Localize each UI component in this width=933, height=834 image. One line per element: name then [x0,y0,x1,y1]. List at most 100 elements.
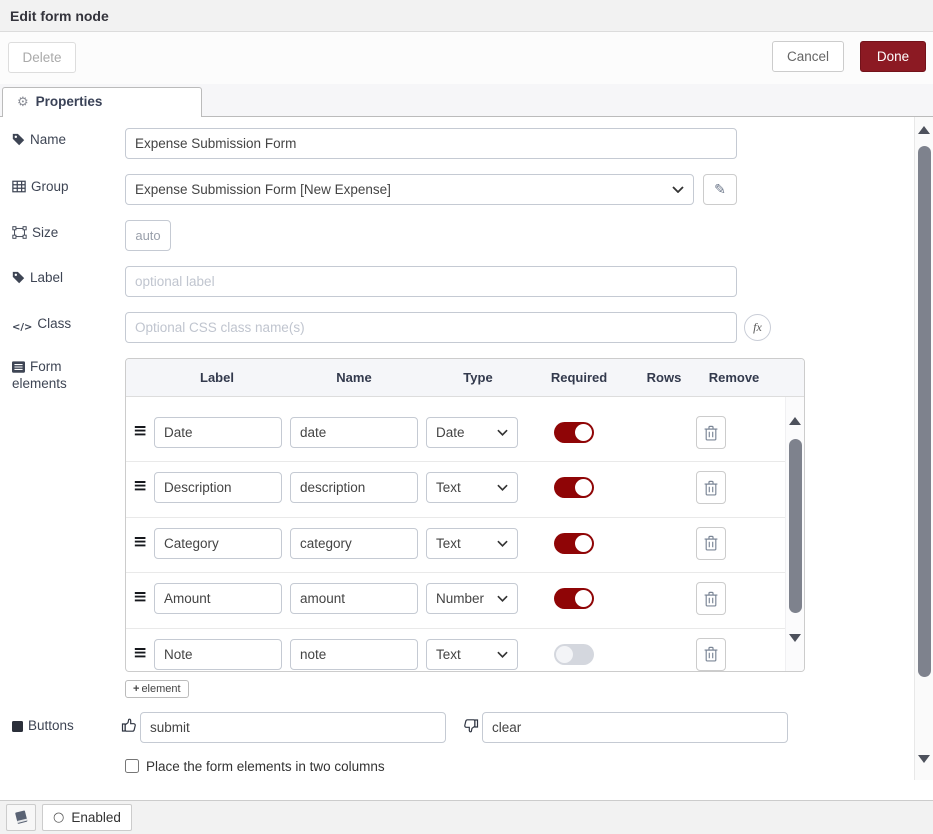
chevron-down-icon [497,595,508,602]
done-button[interactable]: Done [860,41,926,72]
required-toggle[interactable] [554,477,594,498]
form-element-row: ≡ Number [126,573,804,628]
chevron-down-icon [497,651,508,658]
label-input[interactable] [125,266,737,297]
column-header-type: Type [463,370,492,385]
form-element-row: ≡ Text [126,629,804,672]
required-toggle[interactable] [554,533,594,554]
element-type-value: Number [436,591,484,606]
element-type-select[interactable]: Text [426,639,518,670]
element-type-select[interactable]: Text [426,528,518,559]
size-button[interactable]: auto [125,220,171,251]
element-name-input[interactable] [290,639,418,670]
element-label-input[interactable] [154,472,282,503]
scroll-up-arrow-icon[interactable] [918,126,930,134]
group-select[interactable]: Expense Submission Form [New Expense] [125,174,694,205]
form-element-row: ≡ Date [126,407,804,462]
tag-icon [12,271,25,284]
form-elements-body: ≡ Date ≡ Text ≡ Text [126,397,804,672]
name-input[interactable] [125,128,737,159]
scroll-down-arrow-icon[interactable] [789,634,801,642]
delete-element-button[interactable] [696,582,726,615]
scroll-up-arrow-icon[interactable] [789,417,801,425]
element-name-input[interactable] [290,417,418,448]
two-columns-checkbox-label[interactable]: Place the form elements in two columns [146,759,385,774]
drag-handle-icon[interactable]: ≡ [133,478,147,495]
list-alt-icon [12,361,25,373]
pencil-icon: ✎ [714,182,726,198]
tab-properties-label: Properties [36,94,103,109]
enabled-toggle-button[interactable]: ○ Enabled [42,804,132,831]
element-label-input[interactable] [154,583,282,614]
form-element-row: ≡ Text [126,462,804,517]
size-handles-icon [12,226,27,239]
dialog-footer: ○ Enabled [0,800,933,834]
main-scrollbar-thumb[interactable] [918,146,931,677]
element-type-select[interactable]: Number [426,583,518,614]
name-field-label: Name [12,131,120,148]
delete-element-button[interactable] [696,416,726,449]
label-field-label: Label [12,269,120,286]
element-name-input[interactable] [290,583,418,614]
two-columns-checkbox[interactable] [125,759,139,773]
add-element-button[interactable]: +element [125,680,189,698]
element-type-value: Text [436,480,461,495]
size-field-label: Size [12,224,120,241]
trash-icon [704,646,718,662]
style-expression-button[interactable]: fx [744,314,771,341]
drag-handle-icon[interactable]: ≡ [133,534,147,551]
table-scrollbar-thumb[interactable] [789,439,802,613]
delete-element-button[interactable] [696,638,726,671]
trash-icon [704,591,718,607]
node-help-button[interactable] [6,804,36,831]
element-label-input[interactable] [154,639,282,670]
element-label-input[interactable] [154,528,282,559]
gear-icon: ⚙ [17,95,29,110]
class-input[interactable] [125,312,737,343]
column-header-required: Required [551,370,607,385]
square-icon [12,721,23,732]
code-icon: </> [12,322,32,333]
tab-properties[interactable]: ⚙ Properties [2,87,202,117]
form-elements-table-header: Label Name Type Required Rows Remove [126,359,804,397]
delete-button[interactable]: Delete [8,42,76,73]
element-name-input[interactable] [290,528,418,559]
element-type-value: Text [436,536,461,551]
element-label-input[interactable] [154,417,282,448]
required-toggle[interactable] [554,588,594,609]
element-type-select[interactable]: Date [426,417,518,448]
clear-button-text-input[interactable] [482,712,788,743]
cancel-button[interactable]: Cancel [772,41,844,72]
element-type-select[interactable]: Text [426,472,518,503]
column-header-remove: Remove [709,370,760,385]
book-icon [13,810,30,825]
trash-icon [704,425,718,441]
drag-handle-icon[interactable]: ≡ [133,423,147,440]
edit-group-button[interactable]: ✎ [703,174,737,205]
chevron-down-icon [497,540,508,547]
element-type-value: Text [436,647,461,662]
element-name-input[interactable] [290,472,418,503]
scroll-down-arrow-icon[interactable] [918,755,930,763]
submit-button-text-input[interactable] [140,712,446,743]
properties-panel: Name Group Expense Submission Form [New … [0,117,933,800]
dialog-header: Edit form node [0,0,933,32]
dialog-title: Edit form node [10,8,109,24]
required-toggle[interactable] [554,644,594,665]
trash-icon [704,535,718,551]
tag-icon [12,133,25,146]
table-icon [12,180,26,193]
element-type-value: Date [436,425,465,440]
required-toggle[interactable] [554,422,594,443]
column-header-name: Name [336,370,371,385]
form-element-row: ≡ Text [126,518,804,573]
chevron-down-icon [497,429,508,436]
delete-element-button[interactable] [696,527,726,560]
class-field-label: </>Class [12,315,120,336]
drag-handle-icon[interactable]: ≡ [133,589,147,606]
group-field-label: Group [12,178,120,195]
drag-handle-icon[interactable]: ≡ [133,645,147,662]
delete-element-button[interactable] [696,471,726,504]
radio-circle-icon: ○ [53,811,64,824]
plus-icon: + [133,683,139,695]
